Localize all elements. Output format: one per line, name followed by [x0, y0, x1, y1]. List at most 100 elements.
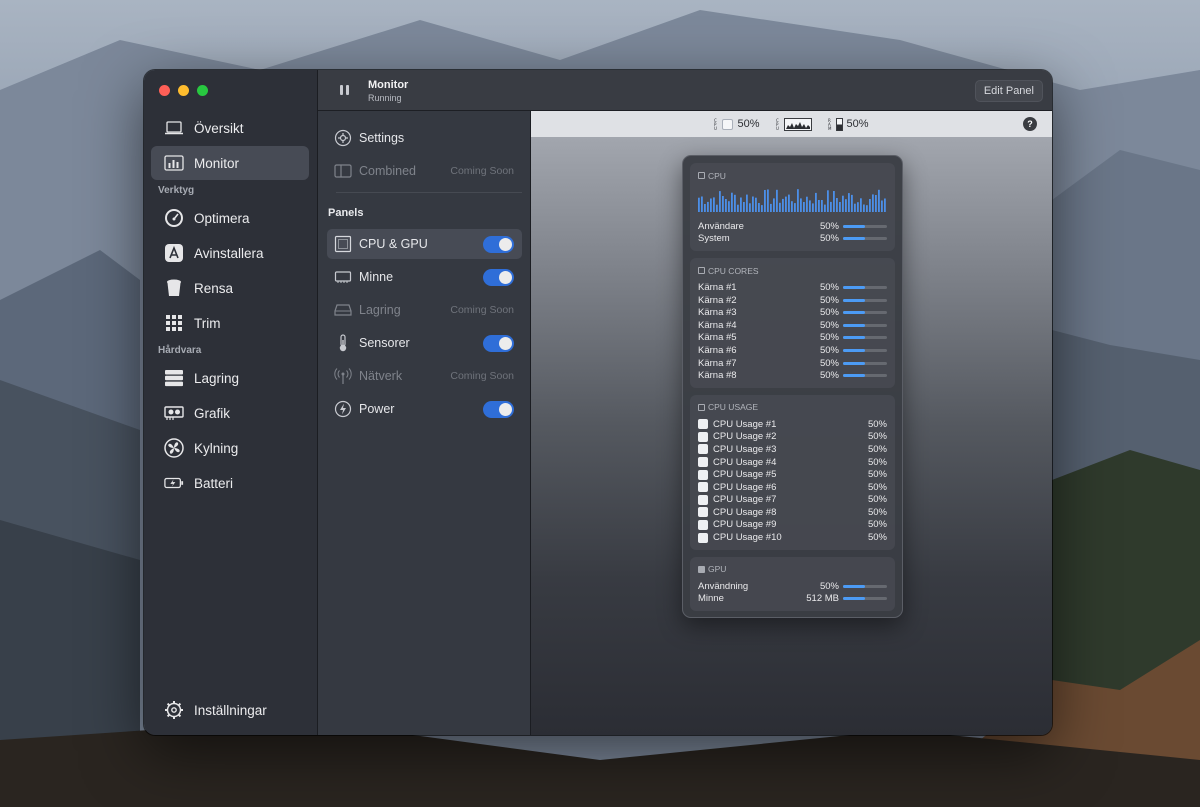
- level-bar: [843, 224, 887, 228]
- row-label: CPU Usage #1: [713, 418, 777, 430]
- panel-row-cpu-gpu[interactable]: CPU & GPU: [327, 229, 522, 259]
- graph-bar: [824, 204, 826, 212]
- level-bar-fill: [843, 224, 865, 228]
- sidebar-item-kylning[interactable]: Kylning: [151, 431, 309, 465]
- sidebar-item-oversikt[interactable]: Översikt: [151, 111, 309, 145]
- usage-square-icon: [698, 532, 708, 543]
- menubar-cpu-item[interactable]: CPU 50%: [714, 118, 759, 130]
- cpu-usage-card: CPU USAGE CPU Usage #1 50% CPU Usage #2 50%…: [690, 394, 895, 550]
- row-value: 50%: [819, 357, 839, 369]
- row-value: 50%: [819, 233, 839, 245]
- graph-bar: [755, 197, 757, 212]
- panel-toggle-cpu-gpu[interactable]: [483, 236, 514, 253]
- panel-label: Lagring: [359, 303, 401, 317]
- row-label: CPU Usage #5: [713, 469, 777, 481]
- row-label: System: [698, 233, 730, 245]
- row-label: CPU Usage #9: [713, 519, 777, 531]
- sidebar-item-grafik[interactable]: Grafik: [151, 396, 309, 430]
- settings-label: Settings: [359, 131, 405, 145]
- graph-bar: [752, 196, 754, 212]
- row-value: 50%: [867, 532, 887, 544]
- sidebar-item-optimera[interactable]: Optimera: [151, 201, 309, 235]
- sidebar-item-label: Grafik: [194, 405, 231, 421]
- panel-row-sensorer[interactable]: Sensorer: [327, 328, 522, 358]
- mem-letters-icon: RAM: [828, 118, 832, 130]
- graph-bar: [836, 198, 838, 212]
- gpu-row: Minne 512 MB: [698, 592, 887, 605]
- zoom-window-button[interactable]: [197, 85, 208, 96]
- edit-panel-button[interactable]: Edit Panel: [974, 80, 1043, 102]
- memory-bar-icon: [835, 117, 843, 131]
- grid-icon: [164, 313, 184, 333]
- row-label: Användare: [698, 220, 744, 232]
- sidebar-item-monitor[interactable]: Monitor: [151, 146, 309, 180]
- sidebar-item-label: Kylning: [194, 440, 239, 456]
- graph-bar: [719, 191, 721, 212]
- graph-bar: [821, 200, 823, 212]
- card-title: CPU CORES: [698, 264, 887, 277]
- minimize-window-button[interactable]: [178, 85, 189, 96]
- graph-bar: [707, 201, 709, 212]
- sidebar-item-installningar[interactable]: Inställningar: [151, 693, 309, 727]
- panel-toggle-sensorer[interactable]: [483, 335, 514, 352]
- graph-bar: [749, 203, 751, 212]
- server-icon: [164, 368, 184, 388]
- level-bar: [843, 237, 887, 241]
- graph-bar: [713, 197, 715, 212]
- cpu-usage-row: CPU Usage #5 50%: [698, 468, 887, 481]
- panel-list: Settings Combined Coming Soon Panels CPU…: [318, 70, 531, 735]
- graph-bar: [734, 194, 736, 212]
- menubar-graph-item[interactable]: CPU: [776, 117, 812, 131]
- settings-row[interactable]: Settings: [327, 123, 522, 153]
- sidebar-item-batteri[interactable]: Batteri: [151, 466, 309, 500]
- sidebar-item-label: Trim: [194, 315, 221, 331]
- level-bar-fill: [843, 361, 865, 365]
- row-label: CPU Usage #7: [713, 494, 777, 506]
- pause-icon[interactable]: [340, 85, 349, 95]
- graph-bar: [710, 198, 712, 212]
- row-label: CPU Usage #10: [713, 532, 782, 544]
- sidebar-item-label: Monitor: [194, 155, 240, 171]
- gauge-icon: [164, 208, 184, 228]
- row-label: Kärna #1: [698, 281, 737, 293]
- laptop-icon: [164, 118, 184, 138]
- combined-label: Combined: [359, 164, 416, 178]
- cpu-cores-card: CPU CORES Kärna #1 50% Kärna #2 50% Kärna #3…: [690, 258, 895, 388]
- help-icon[interactable]: ?: [1023, 117, 1037, 131]
- level-bar-fill: [843, 285, 865, 289]
- row-value: 50%: [819, 344, 839, 356]
- graph-bar: [881, 200, 883, 212]
- cpu-usage-row: CPU Usage #2 50%: [698, 431, 887, 444]
- sidebar-item-label: Optimera: [194, 210, 250, 226]
- level-bar-fill: [843, 336, 865, 340]
- level-bar: [843, 374, 887, 378]
- cpu-square-icon: [698, 267, 705, 275]
- core-row: Kärna #7 50%: [698, 357, 887, 370]
- sidebar-item-lagring[interactable]: Lagring: [151, 361, 309, 395]
- graph-bar: [770, 203, 772, 212]
- graph-bar: [788, 194, 790, 212]
- gpu-row: Användning 50%: [698, 580, 887, 593]
- panel-label: Nätverk: [359, 369, 403, 383]
- row-label: CPU Usage #3: [713, 443, 777, 455]
- sidebar-item-trim[interactable]: Trim: [151, 306, 309, 340]
- graph-bar: [764, 190, 766, 212]
- row-label: CPU Usage #6: [713, 481, 777, 493]
- combined-row: Combined Coming Soon: [327, 156, 522, 186]
- cpu-square-icon: [698, 172, 705, 179]
- panel-row-power[interactable]: Power: [327, 394, 522, 424]
- panel-label: CPU & GPU: [359, 237, 428, 251]
- panel-row-minne[interactable]: Minne: [327, 262, 522, 292]
- graph-bar: [761, 205, 763, 212]
- usage-square-icon: [698, 444, 708, 455]
- menubar-memory-item[interactable]: RAM 50%: [828, 117, 869, 131]
- sidebar-item-rensa[interactable]: Rensa: [151, 271, 309, 305]
- graph-bar: [797, 189, 799, 212]
- row-value: 50%: [867, 456, 887, 468]
- panel-toggle-minne[interactable]: [483, 269, 514, 286]
- close-window-button[interactable]: [159, 85, 170, 96]
- sidebar-item-label: Inställningar: [194, 702, 267, 718]
- usage-square-icon: [698, 469, 708, 480]
- sidebar-item-avinstallera[interactable]: Avinstallera: [151, 236, 309, 270]
- panel-toggle-power[interactable]: [483, 401, 514, 418]
